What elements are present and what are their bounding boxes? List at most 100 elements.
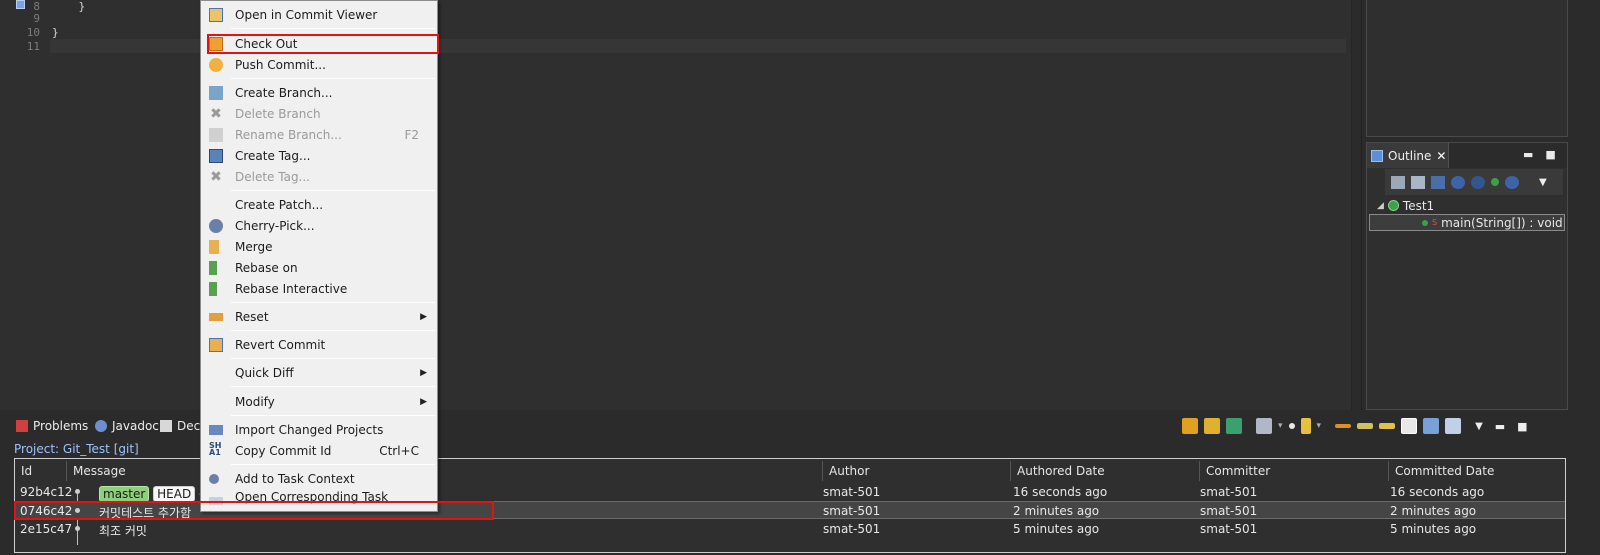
menu-item-reset[interactable]: Reset ▶ <box>203 306 435 327</box>
expand-arrow-icon[interactable]: ◢ <box>1377 201 1384 211</box>
menu-item-cherry-pick[interactable]: Cherry-Pick... <box>203 215 435 236</box>
menu-item-import-changed-projects[interactable]: Import Changed Projects <box>203 419 435 440</box>
submenu-arrow-icon: ▶ <box>420 367 427 378</box>
revert-icon <box>209 338 223 352</box>
line-number: 10 <box>26 26 40 39</box>
dropdown-icon[interactable]: ▾ <box>1317 421 1322 431</box>
link-editor-icon[interactable] <box>1505 175 1519 189</box>
tag-filter-icon[interactable] <box>1379 423 1396 429</box>
committer: smat-501 <box>1200 522 1258 536</box>
graph-icon[interactable] <box>1445 418 1462 434</box>
close-icon[interactable]: ✕ <box>1436 149 1446 163</box>
minimize-icon[interactable]: ▬ <box>1523 148 1533 161</box>
branch-filter-icon[interactable] <box>1401 418 1418 434</box>
previous-icon[interactable] <box>1357 423 1374 429</box>
menu-item-label: Create Branch... <box>235 85 333 100</box>
sort-icon[interactable] <box>1391 175 1405 189</box>
menu-item-label: Reset <box>235 309 269 324</box>
javadoc-icon <box>95 420 107 432</box>
view-menu-icon[interactable]: ▼ <box>1539 177 1547 188</box>
outline-icon <box>1371 149 1383 162</box>
menu-item-create-tag[interactable]: Create Tag... <box>203 145 435 166</box>
authored-date: 2 minutes ago <box>1013 504 1100 518</box>
column-header-message[interactable]: Message <box>67 461 823 481</box>
menu-item-revert-commit[interactable]: Revert Commit <box>203 334 435 355</box>
filter-icon[interactable] <box>1256 418 1272 434</box>
compare-mode-icon[interactable] <box>1204 418 1220 434</box>
commit-id: 92b4c12 <box>20 485 73 499</box>
next-icon[interactable] <box>1335 424 1352 428</box>
menu-item-label: Merge <box>235 239 273 254</box>
menu-item-label: Import Changed Projects <box>235 422 384 437</box>
outline-method-node[interactable]: S main(String[]) : void <box>1369 214 1565 231</box>
task-context-icon <box>209 474 219 484</box>
menu-item-push-commit[interactable]: Push Commit... <box>203 54 435 75</box>
menu-item-merge[interactable]: Merge <box>203 236 435 257</box>
project-label: Project: Git_Test [git] <box>14 442 139 456</box>
reset-icon <box>209 313 223 321</box>
code-line[interactable]: } <box>52 26 59 39</box>
dropdown-icon[interactable]: ▾ <box>1278 421 1283 431</box>
menu-item-label: Create Patch... <box>235 197 324 212</box>
menu-item-create-branch[interactable]: Create Branch... <box>203 82 435 103</box>
problems-icon <box>16 420 28 432</box>
tab-problems[interactable]: Problems <box>16 419 88 433</box>
tab-javadoc[interactable]: Javadoc <box>95 419 159 433</box>
menu-item-quick-diff[interactable]: Quick Diff ▶ <box>203 362 435 383</box>
committer: smat-501 <box>1200 485 1258 499</box>
tab-declaration[interactable]: Decl <box>160 419 204 433</box>
rename-icon <box>209 128 223 142</box>
view-menu-icon[interactable]: ▼ <box>1475 421 1483 432</box>
maximize-icon[interactable]: ■ <box>1517 420 1527 433</box>
menu-item-rebase-interactive[interactable]: Rebase Interactive <box>203 278 435 299</box>
hide-static-icon[interactable] <box>1451 175 1465 189</box>
menu-item-label: Create Tag... <box>235 148 311 163</box>
outline-class-node[interactable]: ◢ Test1 <box>1377 197 1567 214</box>
menu-item-copy-commit-id[interactable]: SH A1 Copy Commit Id Ctrl+C <box>203 440 435 461</box>
menu-item-rename-branch[interactable]: Rename Branch... F2 <box>203 124 435 145</box>
tab-outline[interactable]: Outline ✕ <box>1367 143 1449 168</box>
submenu-arrow-icon: ▶ <box>420 311 427 322</box>
table-row[interactable]: 2e15c47 최조 커밋 smat-501 5 minutes ago sma… <box>15 520 1565 538</box>
menu-item-add-to-task-context[interactable]: Add to Task Context <box>203 468 435 489</box>
menu-item-open-in-commit-viewer[interactable]: Open in Commit Viewer <box>203 4 435 25</box>
branch-badge: master <box>99 486 150 502</box>
hide-fields-icon[interactable] <box>1431 175 1445 189</box>
author: smat-501 <box>823 485 881 499</box>
highlight-box-check-out <box>207 34 439 54</box>
menu-item-shortcut: Ctrl+C <box>379 443 419 458</box>
column-header-author[interactable]: Author <box>823 461 1011 481</box>
code-line[interactable]: } <box>52 0 85 13</box>
menu-item-label: Revert Commit <box>235 337 326 352</box>
menu-item-delete-branch[interactable]: ✖ Delete Branch <box>203 103 435 124</box>
hide-nonpublic-icon[interactable] <box>1471 175 1485 189</box>
menu-item-rebase-on[interactable]: Rebase on <box>203 257 435 278</box>
layout-icon[interactable] <box>1423 418 1440 434</box>
line-number: 9 <box>33 12 40 25</box>
authored-date: 5 minutes ago <box>1013 522 1100 536</box>
column-header-id[interactable]: Id <box>15 461 67 481</box>
menu-item-delete-tag[interactable]: ✖ Delete Tag... <box>203 166 435 187</box>
menu-item-shortcut: F2 <box>404 127 419 142</box>
rebase-interactive-icon <box>209 282 217 296</box>
column-header-committed-date[interactable]: Committed Date <box>1389 461 1565 481</box>
editor-scrollbar[interactable] <box>1351 0 1361 410</box>
hide-local-types-icon[interactable] <box>1491 178 1499 186</box>
delete-icon: ✖ <box>210 169 222 185</box>
menu-item-create-patch[interactable]: Create Patch... <box>203 194 435 215</box>
column-header-authored-date[interactable]: Authored Date <box>1011 461 1200 481</box>
maximize-icon[interactable]: ■ <box>1545 148 1555 161</box>
show-all-icon[interactable] <box>1288 423 1295 429</box>
minimize-icon[interactable]: ▬ <box>1495 420 1505 433</box>
menu-separator <box>231 464 435 465</box>
menu-item-label: Push Commit... <box>235 57 326 72</box>
refresh-icon[interactable] <box>1182 418 1198 434</box>
collapse-all-icon[interactable] <box>1411 175 1425 189</box>
column-header-committer[interactable]: Committer <box>1200 461 1389 481</box>
repository-icon[interactable] <box>1300 418 1311 434</box>
menu-separator <box>231 415 435 416</box>
link-selection-icon[interactable] <box>1226 418 1242 434</box>
menu-separator <box>231 28 435 29</box>
menu-item-modify[interactable]: Modify ▶ <box>203 391 435 412</box>
commit-message: master HEAD 복 <box>99 485 210 502</box>
